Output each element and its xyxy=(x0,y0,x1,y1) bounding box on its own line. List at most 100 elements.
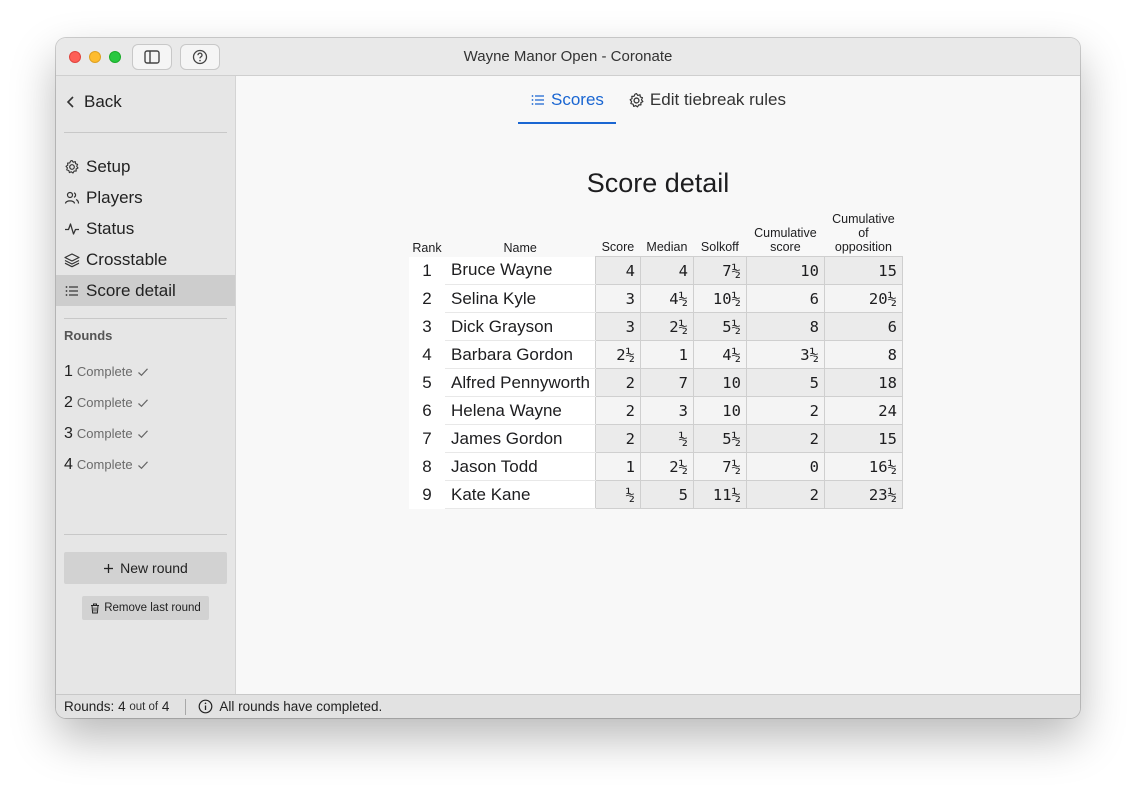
status-bar: Rounds: 4 out of 4 All rounds have compl… xyxy=(56,694,1080,718)
cumulative-opposition-cell: 24 xyxy=(823,396,903,425)
back-label: Back xyxy=(84,92,122,111)
header-rank[interactable]: Rank xyxy=(409,212,445,257)
rank-cell: 8 xyxy=(409,452,445,481)
round-status: Complete xyxy=(76,426,133,441)
tab-edit-tiebreak-rules[interactable]: Edit tiebreak rules xyxy=(616,76,798,124)
table-row: 8 Jason Todd 1 2½ 7½ 0 16½ xyxy=(409,452,903,481)
name-cell: Kate Kane xyxy=(445,480,596,509)
score-cell: 2 xyxy=(594,368,641,397)
solkoff-cell: 11½ xyxy=(692,480,747,509)
score-cell: 3 xyxy=(594,312,641,341)
cumulative-score-cell: 10 xyxy=(745,256,825,285)
rank-cell: 3 xyxy=(409,312,445,341)
header-name[interactable]: Name xyxy=(445,212,595,257)
round-item-1[interactable]: 1 Complete xyxy=(64,356,149,387)
round-status: Complete xyxy=(76,364,133,379)
cumulative-opposition-cell: 15 xyxy=(823,256,903,285)
table-row: 3 Dick Grayson 3 2½ 5½ 8 6 xyxy=(409,312,903,341)
status-separator xyxy=(185,698,187,715)
gear-icon xyxy=(65,159,79,174)
name-cell: Jason Todd xyxy=(445,452,596,481)
round-item-2[interactable]: 2 Complete xyxy=(64,387,149,418)
name-cell: Barbara Gordon xyxy=(445,340,596,369)
rounds-out-of: out of xyxy=(129,700,159,713)
plus-icon xyxy=(104,563,114,573)
rank-cell: 7 xyxy=(409,424,445,453)
table-row: 5 Alfred Pennyworth 2 7 10 5 18 xyxy=(409,368,903,397)
rank-cell: 9 xyxy=(409,480,445,509)
rank-cell: 5 xyxy=(409,368,445,397)
cumulative-opposition-cell: 15 xyxy=(823,424,903,453)
sidebar-item-crosstable[interactable]: Crosstable xyxy=(56,244,235,275)
cumulative-score-cell: 2 xyxy=(745,480,825,509)
sidebar-item-label: Score detail xyxy=(86,280,176,300)
users-icon xyxy=(64,191,80,204)
cumulative-score-cell: 3½ xyxy=(745,340,825,369)
round-item-3[interactable]: 3 Complete xyxy=(64,418,149,449)
checkmark-icon xyxy=(137,429,148,438)
cumulative-score-cell: 2 xyxy=(745,396,825,425)
cumulative-score-cell: 6 xyxy=(745,284,825,313)
gear-icon xyxy=(629,92,644,107)
header-line: Cumulative xyxy=(754,226,817,240)
sidebar-item-label: Crosstable xyxy=(86,249,168,269)
round-status: Complete xyxy=(76,457,133,472)
checkmark-icon xyxy=(137,398,148,407)
header-median[interactable]: Median xyxy=(640,212,693,257)
header-cumulative-opposition[interactable]: Cumulative of opposition xyxy=(824,212,902,257)
rounds-heading: Rounds xyxy=(64,328,113,343)
cumulative-opposition-cell: 20½ xyxy=(823,284,903,313)
cumulative-score-cell: 8 xyxy=(745,312,825,341)
rank-cell: 4 xyxy=(409,340,445,369)
round-item-4[interactable]: 4 Complete xyxy=(64,449,149,480)
solkoff-cell: 4½ xyxy=(692,340,747,369)
rounds-current: 4 xyxy=(118,699,126,714)
checkmark-icon xyxy=(137,367,148,376)
sidebar-item-players[interactable]: Players xyxy=(56,182,235,213)
solkoff-cell: 5½ xyxy=(692,312,747,341)
cumulative-score-cell: 5 xyxy=(745,368,825,397)
cumulative-opposition-cell: 8 xyxy=(823,340,903,369)
sidebar-item-score-detail[interactable]: Score detail xyxy=(56,275,235,306)
name-cell: Dick Grayson xyxy=(445,312,596,341)
sidebar-item-status[interactable]: Status xyxy=(56,213,235,244)
new-round-button[interactable]: New round xyxy=(64,552,227,584)
name-cell: Alfred Pennyworth xyxy=(445,368,596,397)
main-content: Scores Edit tiebreak rules Score detail … xyxy=(236,76,1080,694)
header-cumulative-score[interactable]: Cumulative score xyxy=(746,212,824,257)
cumulative-opposition-cell: 23½ xyxy=(823,480,903,509)
checkmark-icon xyxy=(137,460,148,469)
sidebar-item-setup[interactable]: Setup xyxy=(56,151,235,182)
header-score[interactable]: Score xyxy=(595,212,640,257)
sidebar: Back Setup Players Status Crosstable Sco… xyxy=(56,76,236,694)
remove-round-label: Remove last round xyxy=(104,602,201,614)
sidebar-item-label: Players xyxy=(86,187,143,207)
name-cell: Bruce Wayne xyxy=(445,256,596,285)
cumulative-score-cell: 0 xyxy=(745,452,825,481)
rank-cell: 1 xyxy=(409,256,445,285)
sidebar-nav: Setup Players Status Crosstable Score de… xyxy=(56,151,235,306)
solkoff-cell: 10 xyxy=(692,396,747,425)
back-button[interactable]: Back xyxy=(66,92,122,112)
activity-icon xyxy=(65,222,79,235)
median-cell: 2½ xyxy=(639,312,694,341)
score-cell: 4 xyxy=(594,256,641,285)
median-cell: 4 xyxy=(639,256,694,285)
trash-icon xyxy=(91,603,100,613)
sidebar-divider xyxy=(64,318,227,319)
remove-last-round-button[interactable]: Remove last round xyxy=(82,596,209,620)
app-window: Wayne Manor Open - Coronate Back Setup P… xyxy=(56,38,1080,718)
median-cell: ½ xyxy=(639,424,694,453)
round-number: 1 xyxy=(64,362,73,380)
solkoff-cell: 7½ xyxy=(692,452,747,481)
name-cell: Helena Wayne xyxy=(445,396,596,425)
cumulative-opposition-cell: 18 xyxy=(823,368,903,397)
score-detail-table: Rank Name Score Median Solkoff Cumulativ… xyxy=(409,212,903,509)
header-solkoff[interactable]: Solkoff xyxy=(693,212,746,257)
tab-label: Scores xyxy=(551,90,604,109)
score-cell: 2½ xyxy=(594,340,641,369)
median-cell: 3 xyxy=(639,396,694,425)
tab-bar: Scores Edit tiebreak rules xyxy=(236,76,1080,126)
tab-scores[interactable]: Scores xyxy=(518,76,616,124)
new-round-label: New round xyxy=(120,560,188,576)
